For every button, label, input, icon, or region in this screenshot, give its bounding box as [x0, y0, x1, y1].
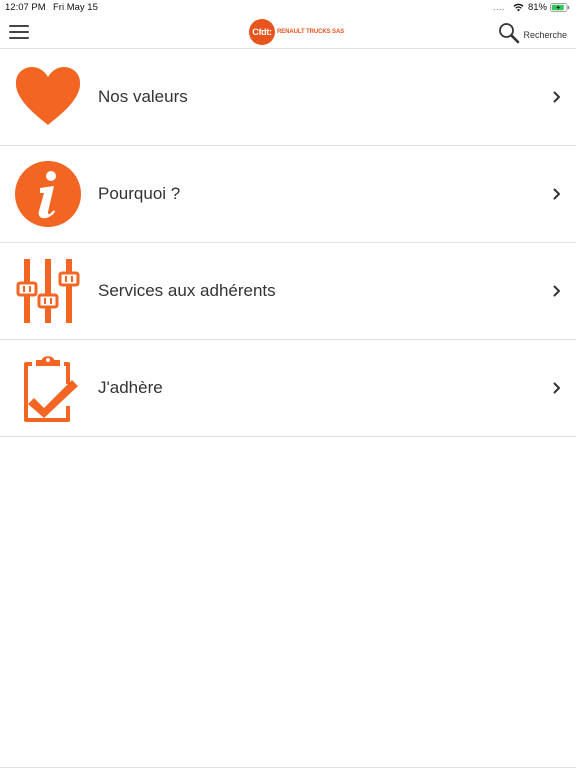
status-bar: 12:07 PM Fri May 15 .... 81%: [0, 0, 576, 16]
app-screen: 12:07 PM Fri May 15 .... 81% Cfdt: RENAU…: [0, 0, 576, 768]
cellular-signal-icon: ....: [492, 1, 505, 12]
list-item-pourquoi[interactable]: Pourquoi ?: [0, 146, 576, 243]
battery-percent: 81%: [527, 2, 547, 13]
item-label: J'adhère: [98, 378, 163, 397]
list-item-nos-valeurs[interactable]: Nos valeurs: [0, 49, 576, 146]
chevron-right-icon: [553, 188, 560, 200]
logo-badge: Cfdt:: [249, 19, 275, 45]
wifi-icon: [513, 3, 524, 12]
status-date: Fri May 15: [53, 2, 98, 13]
list-item-services-aux-adherents[interactable]: Services aux adhérents: [0, 243, 576, 340]
chevron-right-icon: [553, 382, 560, 394]
sliders-icon: [16, 259, 80, 323]
status-indicators: .... 81%: [493, 2, 570, 13]
info-icon: [15, 161, 81, 227]
search-button[interactable]: Recherche: [498, 22, 567, 44]
chevron-right-icon: [553, 285, 560, 297]
heart-icon: [15, 67, 81, 125]
list-item-j-adhere[interactable]: J'adhère: [0, 340, 576, 437]
item-label: Pourquoi ?: [98, 184, 181, 203]
status-time: 12:07 PM: [5, 2, 46, 13]
app-logo: Cfdt: RENAULT TRUCKS SAS: [249, 19, 344, 45]
chevron-right-icon: [553, 91, 560, 103]
clipboard-check-icon: [24, 356, 78, 422]
search-label: Recherche: [523, 30, 567, 40]
item-label: Nos valeurs: [98, 87, 188, 106]
menu-list: Nos valeurs Pourquoi ? Services aux adhé…: [0, 49, 576, 437]
hamburger-icon[interactable]: [9, 24, 29, 40]
battery-icon: [550, 3, 570, 12]
logo-text: RENAULT TRUCKS SAS: [277, 29, 345, 35]
magnifier-icon: [499, 23, 520, 44]
item-label: Services aux adhérents: [98, 281, 276, 300]
navigation-bar: Cfdt: RENAULT TRUCKS SAS Recherche: [0, 16, 576, 49]
